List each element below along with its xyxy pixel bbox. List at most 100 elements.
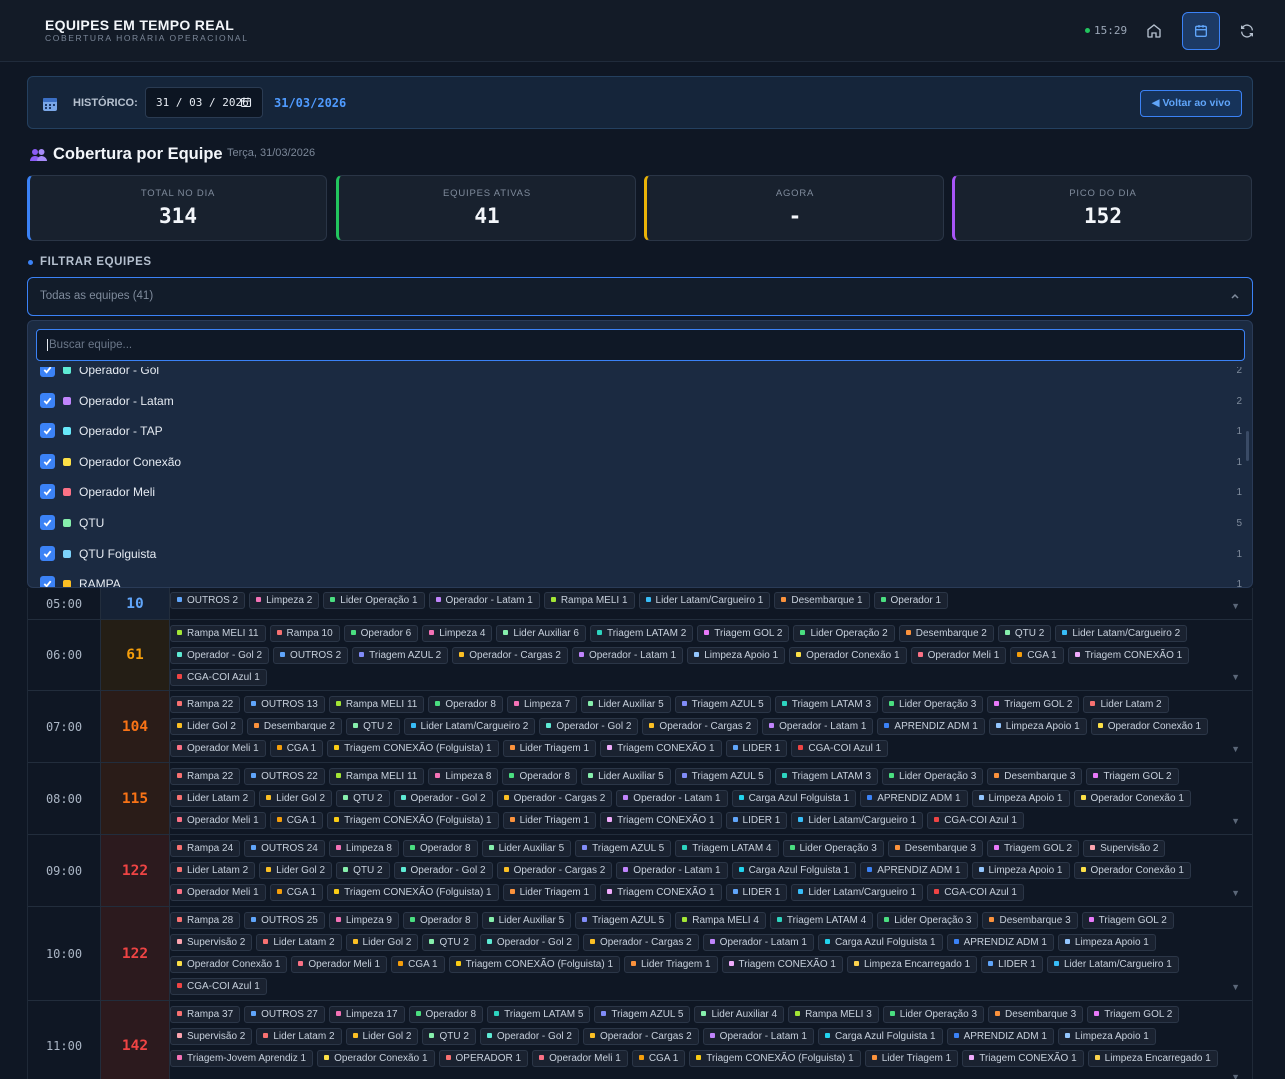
expand-icon[interactable]: ▼: [1231, 601, 1240, 611]
calendar-button[interactable]: [1182, 12, 1220, 50]
team-tag-label: Lider Latam 2: [187, 793, 249, 804]
team-color-dot: [334, 888, 340, 894]
team-search-input[interactable]: Buscar equipe...: [36, 329, 1245, 361]
date-input[interactable]: 31 / 03 / 2026: [145, 87, 263, 118]
team-option[interactable]: Operador - Gol 2: [28, 367, 1252, 386]
team-color-dot: [177, 888, 182, 894]
refresh-button[interactable]: [1228, 12, 1266, 50]
team-tag-label: Rampa MELI 11: [187, 628, 259, 639]
team-color-dot: [335, 700, 341, 706]
team-tag: Operador - Cargas 2: [496, 862, 613, 879]
team-tag: Triagem GOL 2: [987, 696, 1080, 713]
team-tag: Rampa 22: [170, 696, 241, 713]
checkbox[interactable]: [40, 576, 55, 587]
team-tag: OUTROS 27: [244, 1006, 325, 1023]
expand-icon[interactable]: ▼: [1231, 672, 1240, 682]
team-option[interactable]: Operador Conexão 1: [28, 447, 1252, 478]
team-tag: Triagem AZUL 5: [575, 840, 672, 857]
checkbox[interactable]: [40, 514, 55, 530]
team-tag: Operador Meli 1: [170, 884, 266, 901]
home-button[interactable]: [1135, 12, 1173, 50]
team-tag: Operador - Gol 2: [393, 790, 493, 807]
team-tag: Supervisão 2: [1083, 840, 1166, 857]
history-label: HISTÓRICO:: [73, 97, 138, 109]
team-filter-value: Todas as equipes (41): [40, 290, 154, 302]
team-tag: LIDER 1: [725, 884, 788, 901]
checkbox[interactable]: [40, 367, 55, 377]
team-tag-label: Operador Meli 1: [187, 743, 259, 754]
dropdown-scrollbar[interactable]: [1246, 431, 1249, 461]
team-option[interactable]: RAMPA 1: [28, 569, 1252, 587]
team-tag: QTU 2: [422, 1028, 476, 1045]
team-option[interactable]: Operador Meli 1: [28, 477, 1252, 508]
hour-row[interactable]: 11:00 142 Rampa 37 OUTROS 27 Limpeza 17 Opera…: [28, 1001, 1252, 1079]
hour-count: 122: [100, 835, 170, 906]
checkbox[interactable]: [40, 423, 55, 439]
hour-row[interactable]: 10:00 122 Rampa 28 OUTROS 25 Limpeza 9 Operad…: [28, 907, 1252, 1001]
filter-dot: [28, 260, 33, 265]
team-color-dot: [709, 938, 715, 944]
team-tag-label: CGA 1: [648, 1053, 679, 1064]
team-tag: Lider Latam/Cargueiro 1: [791, 812, 924, 829]
team-color-dot: [824, 938, 830, 944]
team-tag: QTU 2: [997, 625, 1052, 642]
team-color-dot: [335, 844, 341, 850]
team-tag-label: Triagem CONEXÃO (Folguista) 1: [344, 887, 492, 898]
team-tag-label: Supervisão 2: [187, 937, 246, 948]
checkbox[interactable]: [40, 484, 55, 500]
team-tag: OUTROS 22: [244, 768, 325, 785]
team-tag: Operador - Cargas 2: [642, 718, 759, 735]
hour-row[interactable]: 07:00 104 Rampa 22 OUTROS 13 Rampa MELI 11 Op…: [28, 691, 1252, 763]
team-tag: Rampa 28: [170, 912, 241, 929]
team-tag-label: Lider Triagem 1: [519, 815, 590, 826]
team-color-dot: [596, 629, 602, 635]
team-color-dot: [509, 772, 515, 778]
team-option[interactable]: QTU 5: [28, 508, 1252, 539]
team-tag-label: Rampa 24: [187, 843, 234, 854]
team-tag-label: QTU 2: [1014, 628, 1045, 639]
date-picker-icon[interactable]: [240, 96, 252, 108]
team-filter-select[interactable]: Todas as equipes (41): [27, 277, 1253, 316]
team-option[interactable]: Operador - TAP 1: [28, 416, 1252, 447]
team-tag: Lider Operação 3: [782, 840, 884, 857]
team-tag: QTU 2: [422, 934, 476, 951]
team-tag-label: Carga Azul Folguista 1: [748, 793, 850, 804]
checkbox[interactable]: [40, 392, 55, 408]
expand-icon[interactable]: ▼: [1231, 816, 1240, 826]
hour-row[interactable]: 05:00 10 OUTROS 2 Limpeza 2 Lider Operação 1…: [28, 588, 1252, 620]
hour-row[interactable]: 08:00 115 Rampa 22 OUTROS 22 Rampa MELI 11 Li…: [28, 763, 1252, 835]
hour-row[interactable]: 09:00 122 Rampa 24 OUTROS 24 Limpeza 8 Operad…: [28, 835, 1252, 907]
team-color-dot: [488, 916, 494, 922]
team-tag-label: Operador Conexão 1: [334, 1053, 428, 1064]
team-option[interactable]: Operador - Latam 2: [28, 386, 1252, 417]
team-color-dot: [1074, 651, 1080, 657]
team-color-dot: [732, 888, 738, 894]
checkbox[interactable]: [40, 453, 55, 469]
team-color-dot: [429, 1032, 435, 1038]
hour-row[interactable]: 06:00 61 Rampa MELI 11 Rampa 10 Operador 6 Li…: [28, 620, 1252, 691]
team-color-dot: [486, 938, 492, 944]
team-tag-label: Operador - Latam 1: [445, 595, 533, 606]
team-color-dot: [177, 1010, 182, 1016]
team-option[interactable]: QTU Folguista 1: [28, 539, 1252, 570]
team-tag: Triagem LATAM 4: [769, 912, 874, 929]
team-tag: Lider Latam/Cargueiro 1: [1046, 956, 1179, 973]
calendar-icon: [1195, 25, 1207, 37]
team-tag: Operador 1: [873, 592, 949, 609]
team-option-label: QTU: [79, 515, 105, 530]
top-bar: EQUIPES EM TEMPO REAL COBERTURA HORÁRIA …: [0, 0, 1285, 62]
expand-icon[interactable]: ▼: [1231, 744, 1240, 754]
team-tag-label: Operador Conexão 1: [187, 959, 281, 970]
team-tag: Triagem GOL 2: [1087, 1006, 1180, 1023]
expand-icon[interactable]: ▼: [1231, 888, 1240, 898]
checkbox[interactable]: [40, 545, 55, 561]
expand-icon[interactable]: ▼: [1231, 1072, 1240, 1079]
team-color-dot: [701, 1010, 707, 1016]
expand-icon[interactable]: ▼: [1231, 982, 1240, 992]
back-to-live-button[interactable]: ◀ Voltar ao vivo: [1140, 90, 1242, 117]
team-tag: Limpeza 8: [428, 768, 499, 785]
team-tag: CGA 1: [631, 1050, 686, 1067]
team-color-swatch: [63, 427, 71, 436]
team-color-dot: [177, 844, 182, 850]
hour-count: 61: [100, 620, 170, 690]
